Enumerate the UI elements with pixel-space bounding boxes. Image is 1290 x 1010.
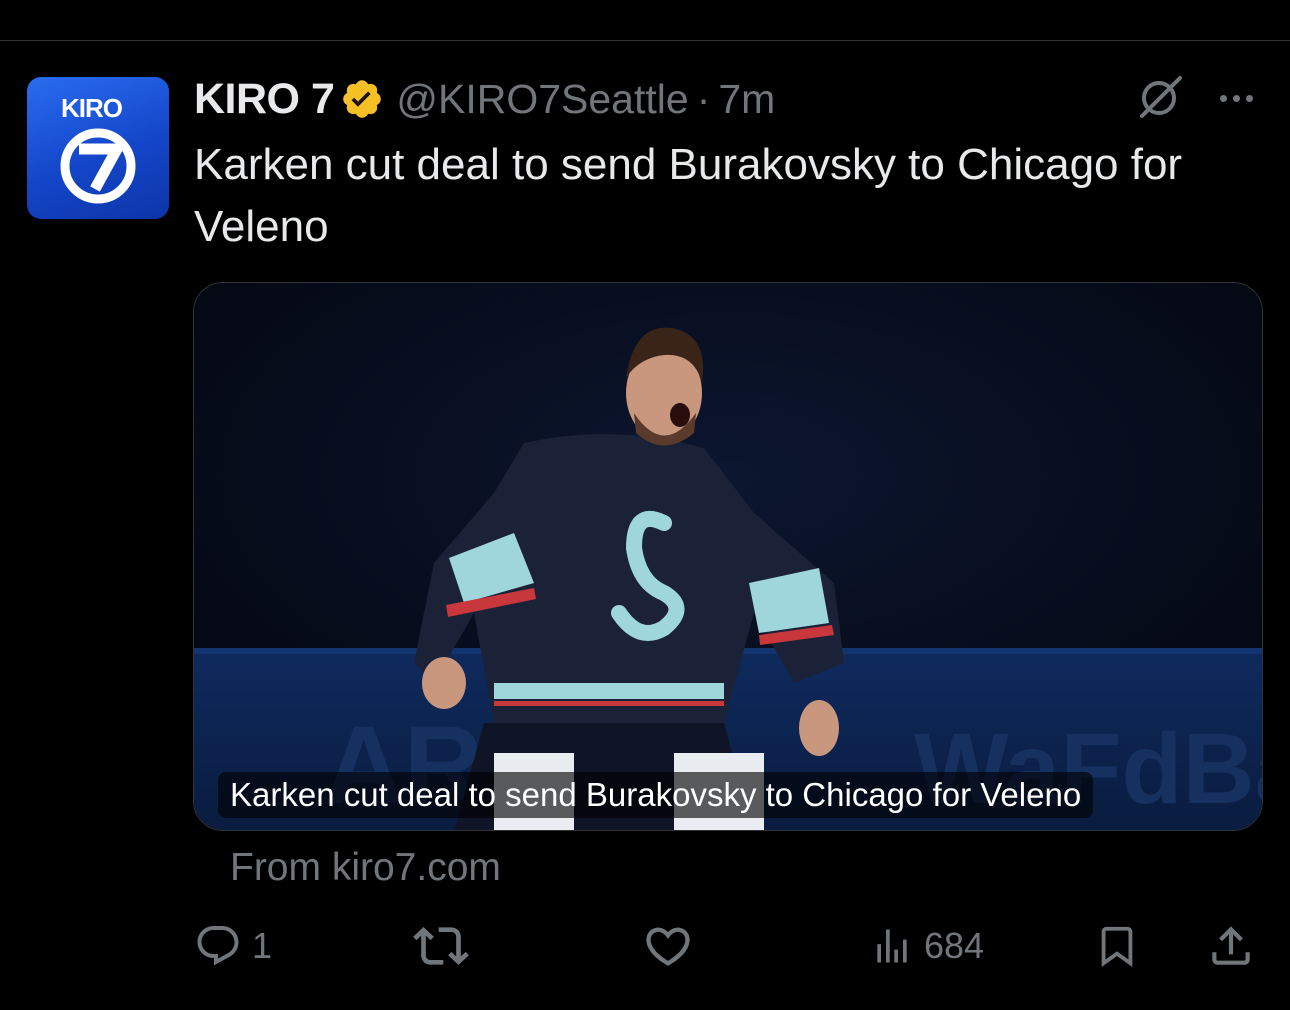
views-chart-icon — [877, 929, 907, 963]
grok-icon[interactable] — [1134, 72, 1186, 124]
avatar-logo-7-icon — [60, 128, 136, 204]
hockey-player-photo-icon: AR WaFdBan — [194, 283, 1262, 830]
bookmark-button[interactable] — [1094, 914, 1140, 978]
reply-count: 1 — [252, 925, 273, 966]
author-handle[interactable]: @KIRO7Seattle — [396, 76, 688, 123]
retweet-icon — [413, 927, 469, 965]
like-button[interactable] — [642, 914, 704, 978]
card-caption: Karken cut deal to send Burakovsky to Ch… — [218, 772, 1094, 818]
reply-button[interactable]: 1 — [194, 914, 272, 978]
tweet-header: KIRO 7 @KIRO7Seattle · 7m — [194, 72, 775, 126]
avatar-logo-text: KIRO — [61, 93, 123, 123]
top-divider — [0, 40, 1290, 41]
share-icon — [1212, 926, 1250, 965]
reply-icon — [197, 926, 239, 966]
avatar[interactable]: KIRO — [27, 77, 169, 219]
retweet-button[interactable] — [413, 914, 479, 978]
card-source[interactable]: From kiro7.com — [230, 846, 501, 890]
action-bar: 1 684 — [0, 914, 1290, 978]
share-button[interactable] — [1206, 914, 1256, 978]
more-options-icon[interactable] — [1212, 76, 1260, 120]
tweet-text: Karken cut deal to send Burakovsky to Ch… — [194, 140, 1183, 251]
tweet-timestamp[interactable]: 7m — [718, 76, 775, 123]
bookmark-icon — [1101, 926, 1133, 967]
views-count: 684 — [924, 925, 985, 966]
views-button[interactable]: 684 — [870, 914, 984, 978]
link-card[interactable]: AR WaFdBan Karken cut deal to send Burak… — [193, 282, 1263, 831]
verified-badge-icon[interactable] — [340, 77, 384, 121]
heart-icon — [646, 927, 690, 966]
separator-dot: · — [696, 75, 711, 122]
author-name[interactable]: KIRO 7 — [194, 75, 335, 124]
